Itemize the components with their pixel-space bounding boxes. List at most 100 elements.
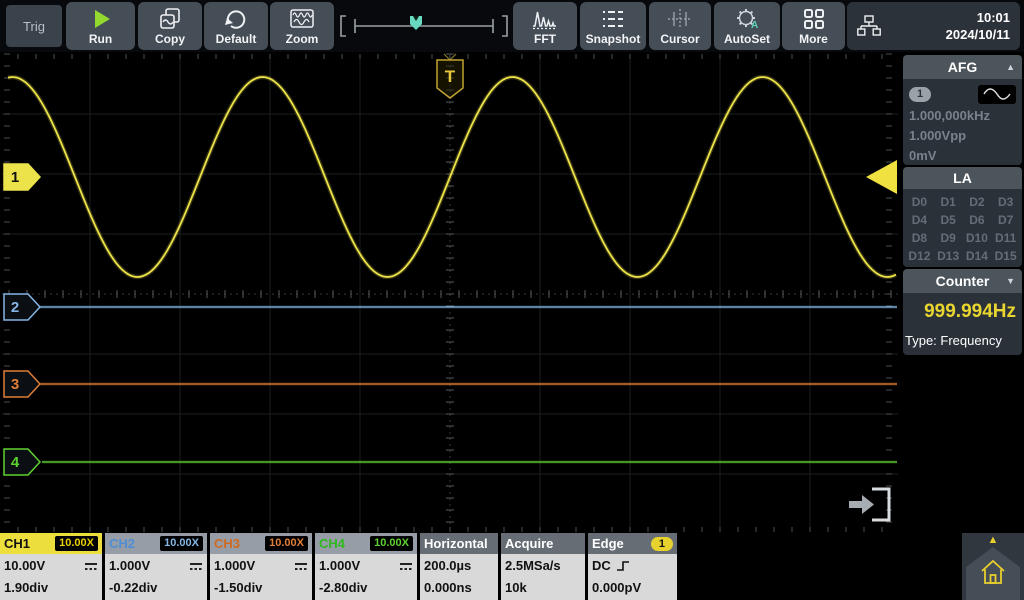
dc-coupling-icon: [84, 561, 98, 571]
ch4-scale: 1.000V: [319, 555, 360, 577]
ch4-status-cell[interactable]: CH4 10.00X 1.000V -2.80div: [315, 533, 417, 600]
cursor-button[interactable]: Cursor: [649, 2, 711, 50]
la-channel: D13: [934, 247, 963, 265]
la-channel: D6: [963, 211, 992, 229]
horizontal-position-slider[interactable]: [338, 12, 510, 40]
menu-home-tile[interactable]: ▲: [962, 533, 1024, 600]
snapshot-label: Snapshot: [586, 33, 641, 46]
ch1-trace-glow: [8, 77, 896, 277]
run-label: Run: [89, 33, 112, 46]
horizontal-label: Horizontal: [424, 536, 488, 551]
snapshot-list-icon: [600, 7, 626, 31]
la-channel: D2: [963, 193, 992, 211]
clock-date: 2024/10/11: [946, 26, 1010, 43]
sine-icon: [978, 85, 1016, 104]
ch2-scale: 1.000V: [109, 555, 150, 577]
la-title: LA: [953, 170, 972, 186]
la-channel: D14: [963, 247, 992, 265]
collapse-panel-icon[interactable]: [872, 489, 889, 520]
more-grid-icon: [802, 7, 826, 31]
ch4-name: CH4: [319, 536, 345, 551]
run-button[interactable]: Run: [66, 2, 135, 50]
acquire-status-cell[interactable]: Acquire 2.5MSa/s 10k: [501, 533, 585, 600]
trigger-level-arrow[interactable]: [866, 160, 897, 194]
waveform-display[interactable]: 1234T: [0, 52, 902, 533]
trig-status[interactable]: Trig: [6, 5, 62, 47]
trigger-status-cell[interactable]: Edge 1 DC 0.000pV: [588, 533, 677, 600]
trigger-coupling: DC: [592, 555, 611, 577]
collapse-up-icon[interactable]: ▲: [1006, 62, 1015, 72]
fft-button[interactable]: FFT: [513, 2, 577, 50]
autoset-button[interactable]: A AutoSet: [714, 2, 780, 50]
ch2-status-cell[interactable]: CH2 10.00X 1.000V -0.22div: [105, 533, 207, 600]
horizontal-timebase: 200.0µs: [424, 555, 471, 577]
copy-button[interactable]: Copy: [138, 2, 202, 50]
ch3-name: CH3: [214, 536, 240, 551]
la-channel: D12: [905, 247, 934, 265]
dc-coupling-icon: [399, 561, 413, 571]
la-channel: D0: [905, 193, 934, 211]
ch4-position: -2.80div: [319, 577, 367, 599]
ch1-name: CH1: [4, 536, 30, 551]
slider-right-bracket: [502, 16, 507, 36]
ch3-probe-badge: 10.00X: [265, 536, 308, 551]
expand-up-icon[interactable]: ▲: [962, 534, 1024, 546]
svg-text:A: A: [751, 20, 758, 31]
trigger-level: 0.000pV: [592, 577, 641, 599]
counter-type: Type: Frequency: [903, 323, 1022, 348]
ch3-marker-label: 3: [11, 376, 19, 393]
la-channel: D8: [905, 229, 934, 247]
collapse-panel-arrow[interactable]: [849, 495, 874, 514]
acquire-sample-rate: 2.5MSa/s: [505, 555, 561, 577]
autoset-gear-icon: A: [734, 7, 760, 31]
ch1-marker-label: 1: [11, 169, 19, 186]
afg-title: AFG: [948, 59, 978, 75]
rising-edge-icon: [616, 559, 632, 573]
ch1-scale: 10.00V: [4, 555, 45, 577]
ch4-marker-label: 4: [11, 454, 20, 471]
ch3-scale: 1.000V: [214, 555, 255, 577]
counter-title: Counter: [936, 273, 990, 289]
horizontal-offset: 0.000ns: [424, 577, 472, 599]
home-icon[interactable]: [978, 557, 1008, 587]
horizontal-status-cell[interactable]: Horizontal 200.0µs 0.000ns: [420, 533, 498, 600]
ch2-position-marker[interactable]: [4, 294, 40, 320]
sidebar: AFG ▲ 1 1.000,000kHz 1.000Vpp 0mV LA: [903, 52, 1022, 533]
ch1-position-marker[interactable]: [4, 164, 40, 190]
default-label: Default: [216, 33, 257, 46]
snapshot-button[interactable]: Snapshot: [580, 2, 646, 50]
ch1-position: 1.90div: [4, 577, 48, 599]
default-button[interactable]: Default: [204, 2, 268, 50]
la-channel: D9: [934, 229, 963, 247]
collapse-down-icon[interactable]: ▼: [1006, 276, 1015, 286]
counter-panel: Counter ▼ 999.994Hz Type: Frequency: [903, 269, 1022, 355]
more-button[interactable]: More: [782, 2, 845, 50]
afg-frequency: 1.000,000kHz: [909, 106, 1016, 126]
acquire-depth: 10k: [505, 577, 527, 599]
clock-tile[interactable]: 10:01 2024/10/11: [847, 2, 1020, 50]
ch3-position-marker[interactable]: [4, 371, 40, 397]
slider-left-bracket: [341, 16, 346, 36]
ch1-status-cell[interactable]: CH1 10.00X 10.00V 1.90div: [0, 533, 102, 600]
la-channel: D15: [991, 247, 1020, 265]
counter-panel-header[interactable]: Counter ▼: [903, 269, 1022, 293]
ch3-status-cell[interactable]: CH3 10.00X 1.000V -1.50div: [210, 533, 312, 600]
la-channel: D4: [905, 211, 934, 229]
afg-panel-header[interactable]: AFG ▲: [903, 55, 1022, 79]
la-panel-header[interactable]: LA: [903, 167, 1022, 189]
afg-offset: 0mV: [909, 146, 1016, 166]
ch4-position-marker[interactable]: [4, 449, 40, 475]
fft-label: FFT: [534, 33, 556, 46]
la-channel: D11: [991, 229, 1020, 247]
slider-marker[interactable]: [410, 16, 422, 30]
la-channel: D10: [963, 229, 992, 247]
copy-icon: [158, 7, 182, 31]
zoom-button[interactable]: Zoom: [270, 2, 334, 50]
cursor-label: Cursor: [660, 33, 699, 46]
fft-spectrum-icon: [531, 7, 559, 31]
top-toolbar: Trig Run Copy Default Zoom: [0, 0, 1024, 52]
ch2-marker-label: 2: [11, 299, 19, 316]
ch3-position: -1.50div: [214, 577, 262, 599]
dc-coupling-icon: [189, 561, 203, 571]
la-channel: D5: [934, 211, 963, 229]
